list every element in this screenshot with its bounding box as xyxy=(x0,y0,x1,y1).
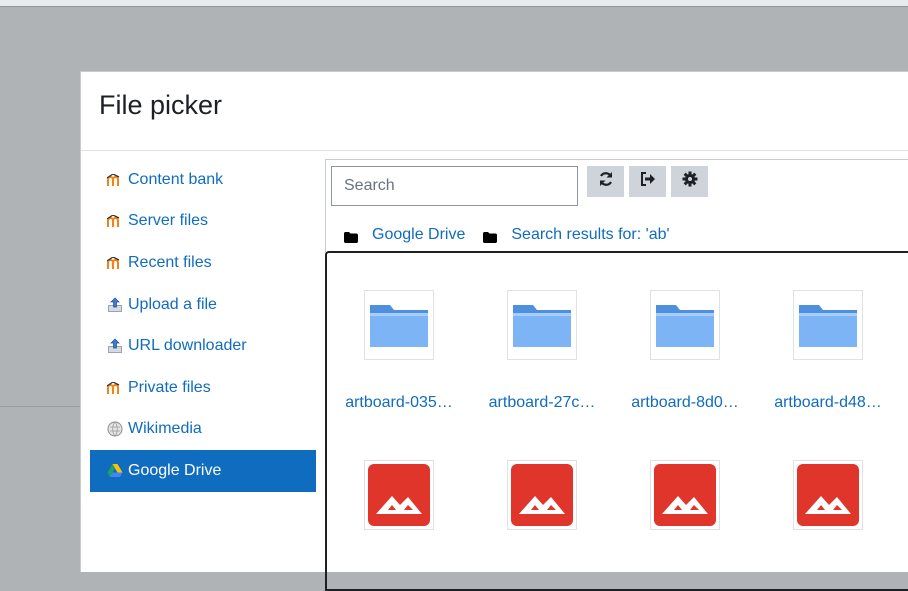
google-drive-icon xyxy=(106,462,124,480)
folder-icon xyxy=(656,305,714,347)
settings-button[interactable] xyxy=(671,166,708,197)
moodle-icon xyxy=(106,254,124,272)
logout-button[interactable] xyxy=(629,166,666,197)
folder-thumbnail xyxy=(793,290,863,360)
moodle-icon xyxy=(106,212,124,230)
breadcrumb: Google Drive Search results for: 'ab' xyxy=(344,226,688,244)
file-name: artboard-27c… xyxy=(488,394,596,411)
file-item-folder[interactable]: artboard-8d0… xyxy=(620,290,750,412)
logout-icon xyxy=(640,172,656,191)
file-item-folder[interactable]: artboard-d48… xyxy=(763,290,893,412)
file-item-folder[interactable]: artboard-035… xyxy=(334,290,464,412)
image-icon xyxy=(797,464,859,526)
file-item-image[interactable] xyxy=(477,460,607,564)
folder-icon xyxy=(513,305,571,347)
folder-icon xyxy=(344,230,358,243)
folder-icon xyxy=(483,230,498,243)
file-grid: artboard-035… artboard-27c… artboard-8d0… xyxy=(325,251,908,591)
dialog-header: File picker xyxy=(81,72,908,151)
repo-server-files[interactable]: Server files xyxy=(90,201,316,243)
breadcrumb-search-results[interactable]: Search results for: 'ab' xyxy=(511,226,669,244)
folder-icon xyxy=(370,305,428,347)
repo-label: Content bank xyxy=(128,170,224,188)
folder-thumbnail xyxy=(650,290,720,360)
image-icon xyxy=(511,464,573,526)
repo-content-bank[interactable]: Content bank xyxy=(90,159,316,201)
repo-label: URL downloader xyxy=(128,337,247,355)
repo-recent-files[interactable]: Recent files xyxy=(90,242,316,284)
repo-label: Google Drive xyxy=(128,461,222,479)
repo-label: Private files xyxy=(128,378,211,396)
image-thumbnail xyxy=(364,460,434,530)
file-name: artboard-035… xyxy=(345,394,453,411)
moodle-icon xyxy=(106,171,124,189)
repo-private-files[interactable]: Private files xyxy=(90,367,316,409)
repo-upload-file[interactable]: Upload a file xyxy=(90,284,316,326)
file-name: artboard-d48… xyxy=(774,394,882,411)
folder-thumbnail xyxy=(364,290,434,360)
folder-icon xyxy=(799,305,857,347)
repo-label: Upload a file xyxy=(128,295,217,313)
dialog-title: File picker xyxy=(99,90,223,120)
repo-label: Server files xyxy=(128,212,209,230)
wikimedia-icon xyxy=(106,420,124,438)
page-top-bar xyxy=(0,0,908,7)
repo-label: Recent files xyxy=(128,253,212,271)
image-icon xyxy=(654,464,716,526)
image-thumbnail xyxy=(793,460,863,530)
search-input[interactable] xyxy=(331,166,578,206)
file-name: artboard-8d0… xyxy=(631,394,739,411)
upload-icon xyxy=(106,296,124,314)
moodle-icon xyxy=(106,379,124,397)
image-icon xyxy=(368,464,430,526)
repo-google-drive[interactable]: Google Drive xyxy=(90,450,316,492)
file-item-image[interactable] xyxy=(334,460,464,564)
repo-url-downloader[interactable]: URL downloader xyxy=(90,325,316,367)
gear-icon xyxy=(682,171,698,192)
background-divider xyxy=(0,406,80,407)
repo-label: Wikimedia xyxy=(128,420,202,438)
refresh-icon xyxy=(598,171,614,192)
image-thumbnail xyxy=(650,460,720,530)
image-thumbnail xyxy=(507,460,577,530)
folder-thumbnail xyxy=(507,290,577,360)
file-item-image[interactable] xyxy=(763,460,893,564)
breadcrumb-google-drive[interactable]: Google Drive xyxy=(372,226,465,244)
repository-list: Content bank Server files Recent files U… xyxy=(90,159,316,492)
refresh-button[interactable] xyxy=(587,166,624,197)
file-browser-panel: Google Drive Search results for: 'ab' ar… xyxy=(325,159,908,591)
file-item-folder[interactable]: artboard-27c… xyxy=(477,290,607,412)
upload-icon xyxy=(106,337,124,355)
file-item-image[interactable] xyxy=(620,460,750,564)
repo-wikimedia[interactable]: Wikimedia xyxy=(90,409,316,451)
file-picker-dialog: File picker Content bank Server files Re… xyxy=(80,71,908,591)
